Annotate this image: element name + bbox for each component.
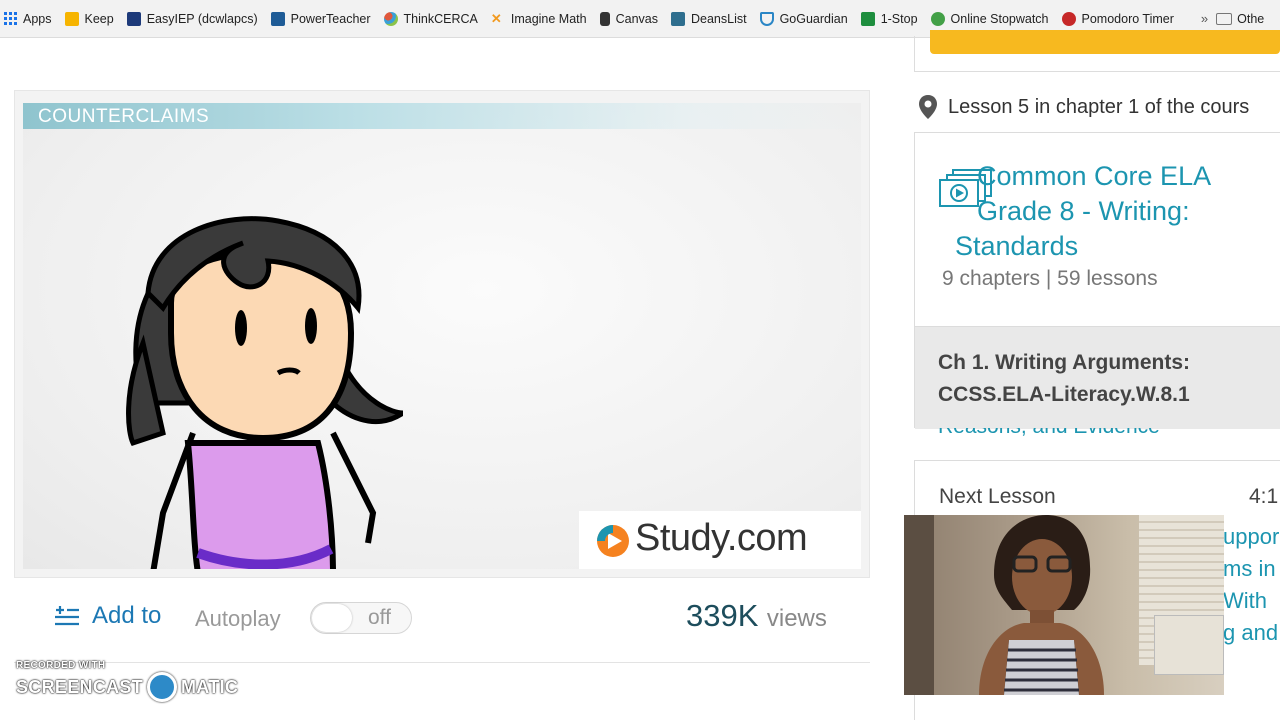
stopwatch-icon xyxy=(930,11,945,26)
bookmark-canvas[interactable]: Canvas xyxy=(599,8,658,30)
easyiep-icon xyxy=(126,11,141,26)
watermark-right: MATIC xyxy=(181,676,239,697)
bookmark-other[interactable]: Othe xyxy=(1216,8,1264,30)
bookmark-label: ThinkCERCA xyxy=(403,11,478,26)
bookmark-thinkcerca[interactable]: ThinkCERCA xyxy=(383,8,478,30)
next-lesson-title[interactable]: uppor ms in With g and xyxy=(1223,521,1279,649)
chapter-header[interactable]: Ch 1. Writing Arguments: CCSS.ELA-Litera… xyxy=(915,326,1280,429)
bookmark-label: 1-Stop xyxy=(880,11,918,26)
next-lesson-duration: 4:1 xyxy=(1249,485,1279,508)
screencast-watermark: RECORDED WITH SCREENCAST MATIC xyxy=(16,660,238,702)
next-lesson-title-line: With xyxy=(1223,588,1267,613)
presenter-silhouette xyxy=(979,515,1104,695)
chapter-title-line: Ch 1. Writing Arguments: xyxy=(938,351,1190,374)
bookmark-imagine-math[interactable]: ✕ Imagine Math xyxy=(491,8,587,30)
toggle-state: off xyxy=(368,606,391,629)
course-title-line: Standards xyxy=(955,231,1079,261)
views-label: views xyxy=(766,605,827,632)
add-to-button[interactable]: Add to xyxy=(54,602,161,630)
location-pin-icon xyxy=(919,95,937,119)
bookmark-label: Apps xyxy=(23,11,52,26)
bookmark-deanslist[interactable]: DeansList xyxy=(670,8,747,30)
autoplay-toggle[interactable]: off xyxy=(310,602,412,634)
bookmark-label: Othe xyxy=(1237,11,1265,26)
bookmark-label: DeansList xyxy=(690,11,747,26)
play-logo-icon xyxy=(597,525,629,557)
bookmark-label: Online Stopwatch xyxy=(950,11,1049,26)
cartoon-character-illustration xyxy=(126,216,403,569)
bookmark-powerteacher[interactable]: PowerTeacher xyxy=(270,8,371,30)
add-to-list-icon xyxy=(55,606,79,626)
course-title-link[interactable]: Common Core ELA Grade 8 - Writing: Stand… xyxy=(955,159,1247,264)
bookmark-label: Pomodoro Timer xyxy=(1081,11,1174,26)
next-lesson-title-line: g and xyxy=(1223,620,1279,645)
deanslist-icon xyxy=(670,11,685,26)
cta-button[interactable] xyxy=(930,30,1280,54)
video-frame[interactable]: COUNTERCLAIMS Study.com xyxy=(23,103,861,569)
more-bookmarks-chevron-icon[interactable]: » xyxy=(1201,11,1208,26)
video-player[interactable]: COUNTERCLAIMS Study.com xyxy=(14,90,870,578)
bookmark-1-stop[interactable]: 1-Stop xyxy=(860,8,918,30)
thinkcerca-icon xyxy=(383,11,398,26)
lesson-position: Lesson 5 in chapter 1 of the cours xyxy=(918,94,1249,120)
banner-title: COUNTERCLAIMS xyxy=(38,106,210,127)
imagine-math-icon: ✕ xyxy=(490,10,502,26)
screencast-logo-icon xyxy=(147,672,178,702)
lesson-banner: COUNTERCLAIMS xyxy=(23,103,861,129)
goguardian-icon xyxy=(759,11,774,26)
apps-grid-icon xyxy=(4,12,17,25)
course-meta: 9 chapters | 59 lessons xyxy=(942,267,1158,290)
folder-icon xyxy=(1216,12,1233,25)
autoplay-label: Autoplay xyxy=(195,606,281,631)
bookmark-label: Keep xyxy=(84,11,114,26)
views-number: 339K xyxy=(686,598,759,633)
bookmark-label: EasyIEP (dcwlapcs) xyxy=(146,11,258,26)
bookmark-online-stopwatch[interactable]: Online Stopwatch xyxy=(930,8,1049,30)
course-title-line: Common Core ELA xyxy=(977,161,1212,191)
video-controls: Add to Autoplay off 339K views xyxy=(14,596,870,642)
toggle-knob xyxy=(312,604,352,632)
bookmark-keep[interactable]: Keep xyxy=(64,8,114,30)
bookmark-pomodoro-timer[interactable]: Pomodoro Timer xyxy=(1061,8,1174,30)
bookmark-goguardian[interactable]: GoGuardian xyxy=(759,8,848,30)
next-lesson-title-line: uppor xyxy=(1223,524,1280,549)
chapter-title-line: CCSS.ELA-Literacy.W.8.1 xyxy=(938,383,1190,406)
keep-icon xyxy=(64,11,79,26)
add-to-label: Add to xyxy=(92,602,162,629)
powerteacher-icon xyxy=(270,11,285,26)
study-com-logo[interactable]: Study.com xyxy=(579,511,861,569)
sheet-icon xyxy=(860,11,875,26)
watermark-left: SCREENCAST xyxy=(16,676,144,697)
brand-name: Study.com xyxy=(635,517,808,559)
bookmark-label: GoGuardian xyxy=(779,11,848,26)
tomato-icon xyxy=(1061,11,1076,26)
view-count: 339K views xyxy=(686,598,827,634)
bookmark-label: Imagine Math xyxy=(510,11,587,26)
course-card[interactable]: Common Core ELA Grade 8 - Writing: Stand… xyxy=(914,132,1280,429)
next-lesson-title-line: ms in xyxy=(1223,556,1276,581)
recorded-with-text: RECORDED WITH xyxy=(16,660,106,671)
bookmark-label: Canvas xyxy=(615,11,658,26)
bookmark-label: PowerTeacher xyxy=(290,11,371,26)
webcam-overlay xyxy=(904,515,1224,695)
course-title-line: Grade 8 - Writing: xyxy=(977,196,1190,226)
lesson-position-text: Lesson 5 in chapter 1 of the cours xyxy=(948,95,1250,118)
bookmark-easyiep[interactable]: EasyIEP (dcwlapcs) xyxy=(126,8,258,30)
bookmark-apps[interactable]: Apps xyxy=(4,8,52,30)
next-lesson-label: Next Lesson xyxy=(939,485,1056,508)
canvas-icon xyxy=(599,11,610,26)
